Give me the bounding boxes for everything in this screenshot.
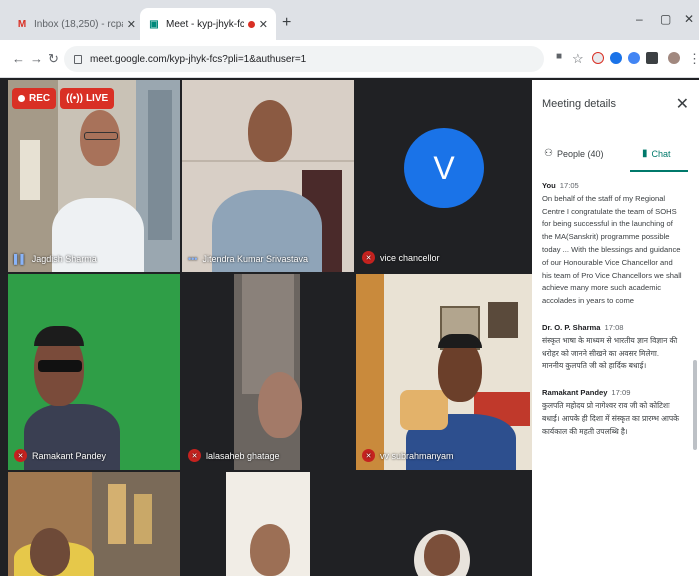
live-icon: ((•)) xyxy=(66,93,83,104)
participant-tile[interactable] xyxy=(182,472,354,576)
star-icon[interactable]: ☆ xyxy=(572,51,584,67)
profile-avatar[interactable] xyxy=(668,52,680,64)
more-options-icon: ••• xyxy=(188,254,198,264)
participant-tile[interactable]: ✕ Ramakant Pandey xyxy=(8,274,180,470)
rec-badge: REC xyxy=(12,88,57,109)
participant-tile[interactable]: ••• Jitendra Kumar Srivastava xyxy=(182,80,354,272)
tab-meet[interactable]: ▣ Meet - kyp-jhyk-fcs ✕ xyxy=(140,8,276,40)
recording-badges: REC ((•)) LIVE xyxy=(12,88,115,109)
close-icon[interactable]: ✕ xyxy=(676,94,689,114)
chat-message: You 17:05 On behalf of the staff of my Re… xyxy=(542,180,682,308)
participant-name: ••• Jitendra Kumar Srivastava xyxy=(188,254,308,264)
people-icon: ⚇ xyxy=(544,148,553,159)
extension-icon[interactable] xyxy=(646,52,658,64)
chat-messages: You 17:05 On behalf of the staff of my Re… xyxy=(542,180,682,452)
participant-tile[interactable]: V ✕ vice chancellor xyxy=(356,80,532,272)
maximize-icon[interactable]: ▢ xyxy=(660,12,671,26)
tab-title: Meet - kyp-jhyk-fcs xyxy=(166,18,244,30)
video-grid: REC ((•)) LIVE ▌▌ Jagdish Sharma ••• Jite… xyxy=(8,80,532,576)
participant-name: ✕ Ramakant Pandey xyxy=(14,449,106,462)
participant-tile[interactable]: REC ((•)) LIVE ▌▌ Jagdish Sharma xyxy=(8,80,180,272)
forward-icon[interactable]: → xyxy=(30,51,43,66)
mic-off-icon: ✕ xyxy=(362,251,375,264)
message-time: 17:05 xyxy=(559,181,579,190)
message-sender: Ramakant Pandey xyxy=(542,388,608,398)
menu-icon[interactable]: ⋮ xyxy=(688,51,699,67)
message-text: On behalf of the staff of my Regional Ce… xyxy=(542,193,682,306)
participant-name: ✕ vice chancellor xyxy=(362,251,440,264)
mic-off-icon: ✕ xyxy=(188,449,201,462)
address-toolbar: ← → ↻ meet.google.com/kyp-jhyk-fcs?pli=1… xyxy=(0,40,699,78)
lock-icon xyxy=(74,54,82,64)
panel-title: Meeting details xyxy=(542,98,616,110)
reload-icon[interactable]: ↻ xyxy=(48,51,59,67)
chat-message: Ramakant Pandey 17:09 कुलपति महोदय प्रो न… xyxy=(542,387,682,438)
live-badge: ((•)) LIVE xyxy=(60,88,115,109)
message-text: कुलपति महोदय प्रो नागेश्वर राव जी को कोट… xyxy=(542,400,679,436)
close-window-icon[interactable]: ✕ xyxy=(684,12,694,26)
participant-name: ▌▌ Jagdish Sharma xyxy=(14,254,97,264)
avatar: V xyxy=(404,128,484,208)
message-sender: Dr. O. P. Sharma xyxy=(542,322,601,332)
participant-tile[interactable]: ✕ vv subrahmanyam xyxy=(356,274,532,470)
close-tab-icon[interactable]: ✕ xyxy=(127,18,136,31)
message-time: 17:08 xyxy=(604,322,624,332)
back-icon[interactable]: ← xyxy=(12,51,25,66)
mic-off-icon: ✕ xyxy=(362,449,375,462)
close-tab-icon[interactable]: ✕ xyxy=(259,18,268,31)
chat-icon: ▮ xyxy=(642,148,648,159)
participant-tile[interactable]: ✕ lalasaheb ghatage xyxy=(182,274,354,470)
participant-tile[interactable] xyxy=(356,472,532,576)
participant-name: ✕ vv subrahmanyam xyxy=(362,449,454,462)
chat-scrollbar[interactable] xyxy=(693,360,697,450)
url-field[interactable]: meet.google.com/kyp-jhyk-fcs?pli=1&authu… xyxy=(64,46,544,72)
extension-icon[interactable] xyxy=(628,52,640,64)
tab-chat[interactable]: ▮ Chat xyxy=(642,148,671,159)
extension-icon[interactable] xyxy=(592,52,604,64)
participant-name: ✕ lalasaheb ghatage xyxy=(188,449,280,462)
audio-level-icon: ▌▌ xyxy=(14,254,27,264)
tab-gmail[interactable]: M Inbox (18,250) - rcpatna@ignou... ✕ xyxy=(8,8,144,40)
chat-message: Dr. O. P. Sharma 17:08 संस्कृत भाषा के मा… xyxy=(542,322,682,373)
minimize-icon[interactable]: – xyxy=(636,12,643,26)
message-text: संस्कृत भाषा के माध्यम से भारतीय ज्ञान व… xyxy=(542,335,678,371)
browser-tab-strip: M Inbox (18,250) - rcpatna@ignou... ✕ ▣ … xyxy=(0,0,699,40)
tab-people[interactable]: ⚇ People (40) xyxy=(544,148,604,159)
message-time: 17:09 xyxy=(611,388,631,398)
active-tab-indicator xyxy=(630,170,688,172)
meet-icon: ▣ xyxy=(149,18,159,30)
gmail-icon: M xyxy=(17,18,27,30)
participant-tile[interactable] xyxy=(8,472,180,576)
message-sender: You xyxy=(542,181,556,190)
url-text: meet.google.com/kyp-jhyk-fcs?pli=1&authu… xyxy=(90,53,307,65)
camera-icon[interactable]: ■ xyxy=(556,51,562,62)
mic-off-icon: ✕ xyxy=(14,449,27,462)
panel-tabs: ⚇ People (40) ▮ Chat xyxy=(532,144,699,172)
extension-icon[interactable] xyxy=(610,52,622,64)
tab-title: Inbox (18,250) - rcpatna@ignou... xyxy=(34,18,123,30)
new-tab-button[interactable]: + xyxy=(282,14,291,32)
recording-indicator-icon xyxy=(247,20,255,28)
meeting-details-panel: Meeting details ✕ ⚇ People (40) ▮ Chat Y… xyxy=(532,80,699,576)
